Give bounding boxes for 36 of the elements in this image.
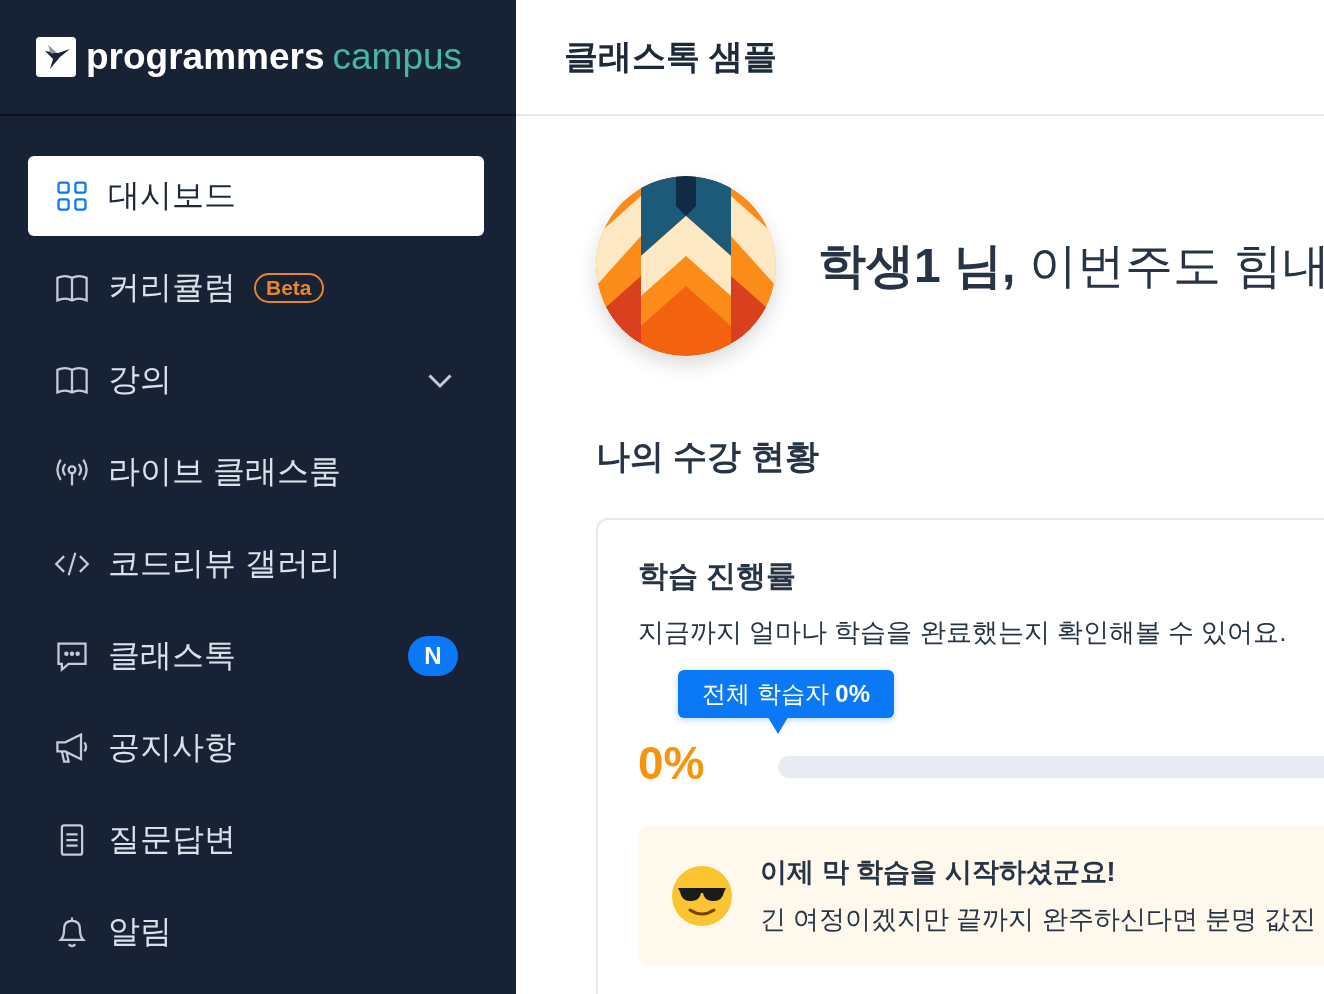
sidebar-item[interactable]: 커리큘럼 Beta	[28, 248, 484, 328]
item-label: 알림	[108, 912, 172, 951]
item-label: 클래스톡	[108, 636, 236, 675]
megaphone-icon	[54, 730, 90, 766]
logo-icon	[36, 37, 76, 77]
average-tooltip: 전체 학습자 0%	[678, 670, 895, 718]
section-title: 나의 수강 현황	[596, 436, 820, 477]
item-label: 커리큘럼	[108, 268, 236, 307]
item-label: 강의	[108, 360, 172, 399]
sidebar-item[interactable]: 라이브 클래스룸	[28, 432, 484, 512]
greeting-text: 학생1 님, 이번주도 힘내	[818, 238, 1324, 294]
tooltip-pointer	[766, 714, 790, 734]
item-label: 대시보드	[108, 176, 236, 215]
card-description: 지금까지 얼마나 학습을 완료했는지 확인해볼 수 있어요.	[638, 616, 1288, 649]
item-label: 코드리뷰 갤러리	[108, 544, 341, 583]
sidebar-item[interactable]: 대시보드	[28, 156, 484, 236]
new-badge: N	[408, 636, 458, 676]
sidebar-item[interactable]: 질문답변	[28, 800, 484, 880]
sidebar-item[interactable]: 클래스톡 N	[28, 616, 484, 696]
sidebar-item[interactable]: 코드리뷰 갤러리	[28, 524, 484, 604]
logo-suffix: campus	[332, 36, 463, 78]
page-title: 클래스톡 샘플	[564, 36, 778, 77]
notice-text: 긴 여정이겠지만 끝까지 완주하신다면 분명 값진	[760, 903, 1317, 936]
notice-title: 이제 막 학습을 시작하셨군요!	[760, 856, 1117, 889]
sidebar-item[interactable]: 알림	[28, 892, 484, 972]
sidebar-item[interactable]: 공지사항	[28, 708, 484, 788]
sunglasses-smiley-icon	[670, 863, 734, 928]
item-label: 라이브 클래스룸	[108, 452, 341, 491]
logo-text: programmers	[86, 36, 325, 78]
beta-badge: Beta	[254, 273, 324, 303]
grid-icon	[54, 178, 90, 214]
item-label: 질문답변	[108, 820, 236, 859]
progress-value: 0%	[638, 736, 706, 790]
item-label: 공지사항	[108, 728, 236, 767]
card-title: 학습 진행률	[638, 558, 798, 594]
sidebar-item[interactable]: 강의	[28, 340, 484, 420]
